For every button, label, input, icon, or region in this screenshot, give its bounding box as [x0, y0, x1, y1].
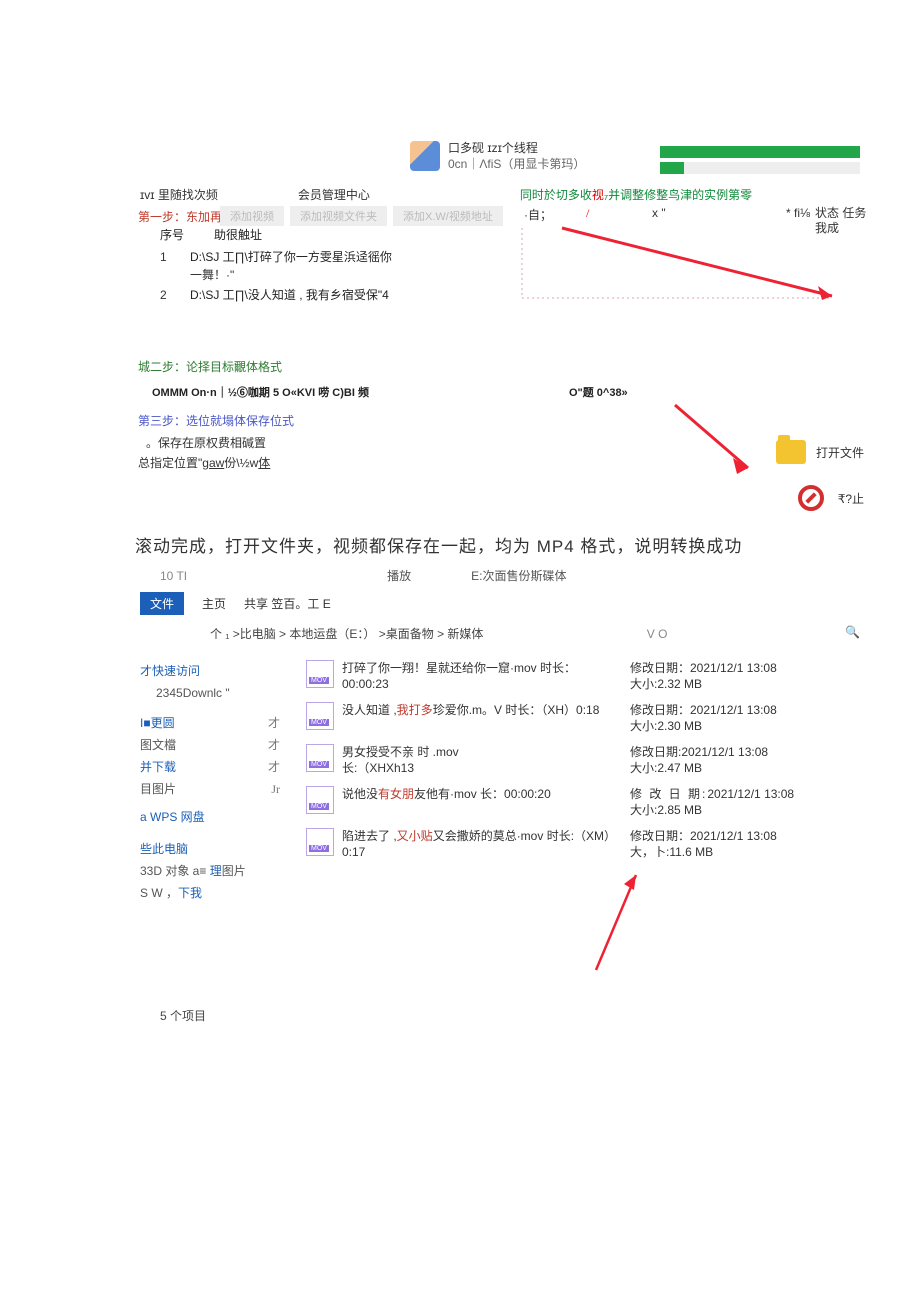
diagram-area: ·自； / x " * fi⅛ 状态 任务我成: [502, 206, 870, 326]
open-file-button[interactable]: 打开文件: [816, 444, 864, 461]
video-icon: [306, 744, 334, 772]
tab-file[interactable]: 文件: [140, 592, 184, 615]
header-title: 口多砚 ɪzɪ个线程: [448, 140, 585, 156]
breadcrumb[interactable]: 个 ₁ >比电脑 > 本地运盘（E：） >桌面备物 > 新媒体: [210, 627, 483, 641]
location-label: E:次面售份斯碟体: [471, 567, 566, 584]
video-icon: [306, 660, 334, 688]
stop-icon[interactable]: [798, 485, 824, 511]
video-icon: [306, 828, 334, 856]
stop-button[interactable]: ₹?止: [838, 490, 864, 507]
tab-share[interactable]: 共享 笠百。工 E: [244, 595, 331, 612]
save-original-option[interactable]: 。保存在原权费相碱置: [146, 434, 266, 451]
step3-title: 第三步：选位就塌体保存位式: [138, 412, 294, 429]
nav-item[interactable]: 目图片: [140, 782, 176, 796]
table-header: 序号助很触址: [160, 226, 262, 243]
pin-icon: 才: [268, 734, 280, 756]
member-center-link[interactable]: 会员管理中心: [298, 186, 370, 203]
table-row-cont: 一舞！·": [190, 266, 234, 283]
nav-item[interactable]: 2345Downlc ": [140, 682, 280, 704]
search-icon[interactable]: 🔍: [845, 625, 860, 639]
play-label: 播放: [387, 567, 411, 584]
file-item[interactable]: 没人知道 ,我打多珍爱你.m。V 时长：（XH）0:18 修改日期：2021/1…: [306, 702, 810, 734]
nav-quick-access[interactable]: 才快速访问: [140, 660, 280, 682]
video-icon: [306, 702, 334, 730]
nav-item[interactable]: S W ，下我: [140, 882, 280, 904]
nav-item[interactable]: a WPS 网盘: [140, 806, 280, 828]
table-row[interactable]: 2D:\SJ 工∏\没人知道 , 我有乡宿受保"4: [160, 286, 389, 303]
nav-item[interactable]: 33D 对象 a≡ 理图片: [140, 860, 280, 882]
nav-this-pc[interactable]: 些此电脑: [140, 838, 280, 860]
file-item[interactable]: 说他没有女朋友他有·mov 长：00:00:20 修 改 日 期:2021/12…: [306, 786, 810, 818]
file-item[interactable]: 陷进去了 ,又小贴又会撒娇的莫总·mov 时长:（XM）0:17 修改日期：20…: [306, 828, 810, 860]
progress-bars: [660, 146, 860, 178]
progress-bar-1: [660, 146, 860, 158]
path-suffix: V O: [647, 627, 668, 641]
step2-title: 城二步：论择目标覼体格式: [138, 358, 282, 375]
avatar-icon: [410, 141, 440, 171]
step1-title: 第一步：东加再: [138, 208, 222, 225]
file-item[interactable]: 男女授受不亲 时 .mov长:（XHXh13 修改日期:2021/12/1 13…: [306, 744, 810, 776]
nav-item[interactable]: 图文檔: [140, 738, 176, 752]
nav-pane: 才快速访问 2345Downlc " I■更圆才 图文檔才 并下载才 目图片Jr…: [140, 660, 280, 983]
find-video-label: ɪvɪ 里随找次频: [140, 186, 218, 203]
window-id: 10 TI: [160, 569, 187, 583]
pin-icon: 才: [268, 712, 280, 734]
nav-item[interactable]: 并下载: [140, 760, 176, 774]
save-specify-option[interactable]: 总指定位置"gaw份\½w体: [138, 454, 270, 471]
table-row[interactable]: 1D:\SJ 工∏\打碎了你一方雯星浜迳徭你: [160, 248, 392, 265]
file-list: 打碎了你一翔！星就还给你一窟·mov 时长：00:00:23 修改日期：2021…: [306, 660, 810, 983]
arrow-icon: [586, 870, 646, 980]
converter-app: 口多砚 ɪzɪ个线程 0cn｜ΛfiS（用显卡第玛） ɪvɪ 里随找次频 会员管…: [20, 140, 900, 520]
arrow-icon: [502, 218, 862, 318]
nav-item[interactable]: I■更圆: [140, 716, 175, 730]
pin-icon: 才: [268, 756, 280, 778]
item-count: 5 个项目: [160, 1007, 810, 1024]
format-row[interactable]: OMMM On·n｜½⑥咖期 5 O«KVI 唠 C)BI 频O"题 0^38»: [152, 384, 628, 400]
add-url-button[interactable]: 添加X.W/视频地址: [393, 206, 503, 226]
add-video-button[interactable]: 添加视频: [220, 206, 284, 226]
pin-icon: Jr: [271, 778, 280, 800]
header-user: 口多砚 ɪzɪ个线程 0cn｜ΛfiS（用显卡第玛）: [410, 140, 585, 172]
folder-icon[interactable]: [776, 440, 806, 464]
tab-home[interactable]: 主页: [202, 595, 226, 612]
header-sub: 0cn｜ΛfiS（用显卡第玛）: [448, 156, 585, 172]
arrow-icon: [670, 400, 760, 490]
file-explorer: 10 TI 播放 E:次面售份斯碟体 文件 主页 共享 笠百。工 E 个 ₁ >…: [140, 567, 810, 1024]
header-tip: 同时於切多收视₇并调整修整鸟津的实例第零: [520, 186, 752, 203]
progress-bar-2: [660, 162, 860, 174]
result-caption: 滚动完成，打开文件夹，视频都保存在一起，均为 MP4 格式，说明转换成功: [135, 532, 900, 557]
file-item[interactable]: 打碎了你一翔！星就还给你一窟·mov 时长：00:00:23 修改日期：2021…: [306, 660, 810, 692]
add-folder-button[interactable]: 添加视频文件夹: [290, 206, 387, 226]
video-icon: [306, 786, 334, 814]
